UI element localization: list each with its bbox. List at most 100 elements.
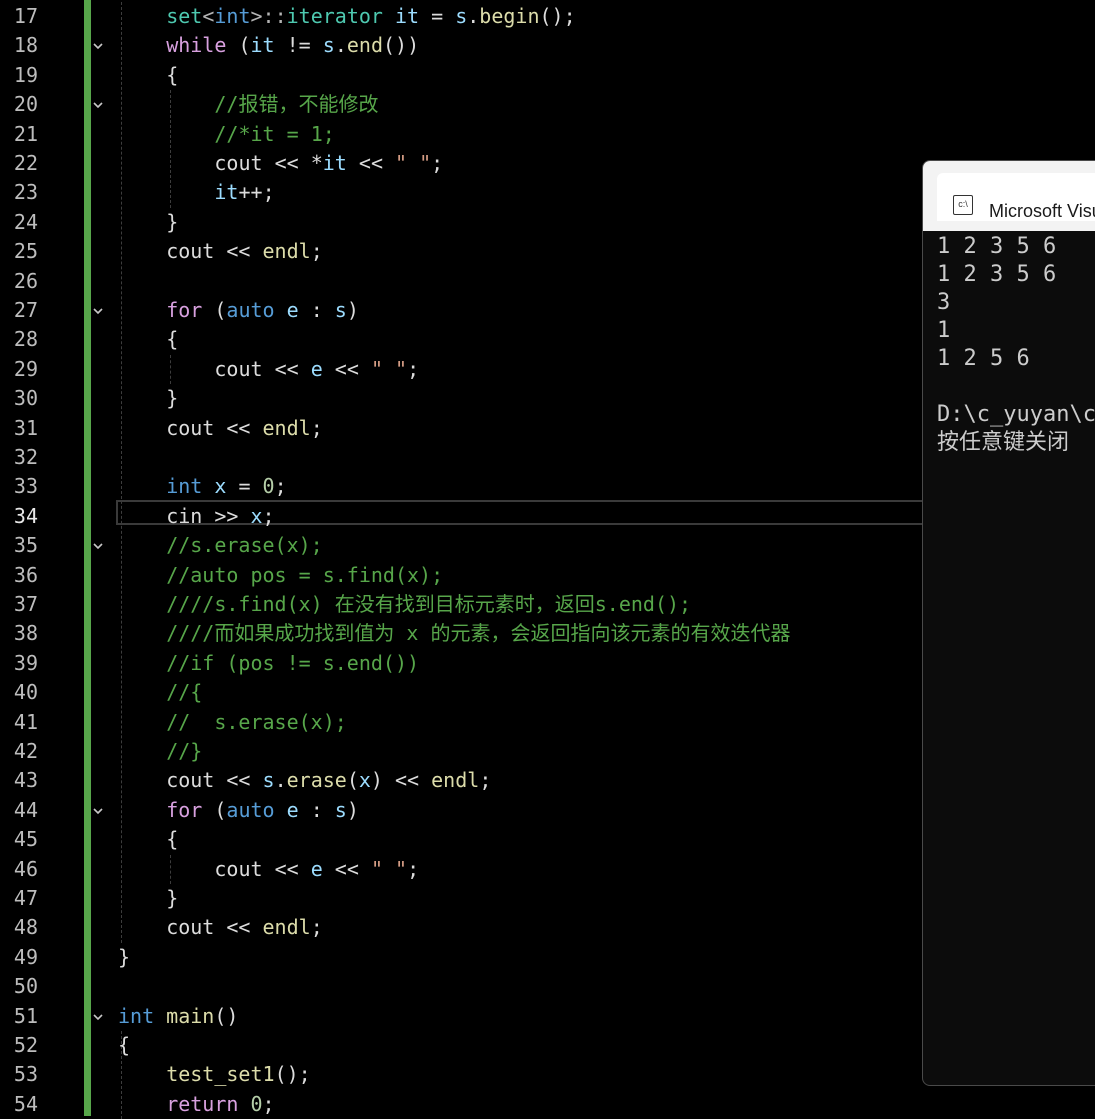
code-token: .	[274, 768, 287, 793]
code-token: ;	[407, 856, 420, 881]
line-number: 48	[13, 915, 38, 940]
code-line[interactable]: {	[118, 1031, 130, 1060]
code-line[interactable]: int x = 0;	[166, 472, 286, 501]
code-token: " "	[370, 356, 408, 381]
console-output: 1 2 3 5 6 1 2 3 5 6 3 1 1 2 5 6 D:\c_yuyan\c 按…	[937, 233, 1095, 457]
code-line[interactable]: cout << e << " ";	[214, 355, 419, 384]
code-token: test_set1	[166, 1062, 275, 1087]
code-line[interactable]: {	[166, 825, 178, 854]
code-line[interactable]: //if (pos != s.end())	[166, 649, 419, 678]
code-token: <<	[322, 856, 371, 881]
code-token: :	[298, 797, 335, 822]
code-token: (	[202, 797, 227, 822]
code-line[interactable]: }	[118, 943, 130, 972]
line-number: 18	[13, 33, 38, 58]
console-titlebar[interactable]: c:\ Microsoft Visual Studio 调试控制台	[923, 161, 1095, 231]
code-line[interactable]: cout << endl;	[166, 414, 323, 443]
debug-console-window[interactable]: c:\ Microsoft Visual Studio 调试控制台 1 2 3 …	[922, 160, 1095, 1086]
code-token: " "	[395, 151, 432, 175]
code-token: cout <<	[166, 415, 263, 440]
code-line[interactable]: cout << s.erase(x) << endl;	[166, 766, 491, 795]
code-token: cout <<	[214, 856, 311, 881]
code-token: ())	[382, 33, 420, 58]
line-number: 41	[13, 709, 38, 734]
code-token: end	[346, 33, 383, 58]
code-token: for	[166, 797, 203, 822]
code-line[interactable]: cout << endl;	[166, 237, 323, 266]
code-line[interactable]: test_set1();	[166, 1060, 311, 1089]
code-line[interactable]: ////s.find(x) 在没有找到目标元素时，返回s.end();	[166, 590, 691, 619]
code-line[interactable]: ////而如果成功找到值为 x 的元素，会返回指向该元素的有效迭代器	[166, 619, 790, 648]
code-token: x	[358, 768, 371, 793]
code-line[interactable]: {	[166, 325, 178, 354]
code-token: " "	[370, 856, 408, 881]
line-number: 44	[13, 797, 38, 822]
line-number: 17	[13, 4, 38, 28]
line-number: 21	[13, 121, 38, 146]
terminal-icon: c:\	[953, 195, 973, 215]
code-line[interactable]: }	[166, 884, 178, 913]
code-line[interactable]: int main()	[118, 1002, 238, 1031]
code-line[interactable]: //}	[166, 737, 202, 766]
chevron-down-icon[interactable]	[93, 306, 103, 316]
code-line[interactable]: //报错，不能修改	[214, 90, 378, 119]
line-number: 43	[13, 768, 38, 793]
code-line[interactable]: while (it != s.end())	[166, 31, 419, 60]
code-line[interactable]: set<int>::iterator it = s.begin();	[166, 2, 575, 31]
code-line[interactable]: for (auto e : s)	[166, 796, 359, 825]
code-token: cout <<	[214, 356, 311, 381]
code-line[interactable]: //{	[166, 678, 202, 707]
code-line[interactable]: cout << e << " ";	[214, 855, 419, 884]
code-token: it	[322, 151, 347, 175]
line-number: 22	[13, 151, 38, 175]
code-token: begin	[479, 4, 540, 28]
code-token: }	[166, 886, 179, 910]
chevron-down-icon[interactable]	[93, 41, 103, 51]
code-token: 0	[250, 1091, 263, 1116]
code-token: int	[166, 474, 203, 499]
code-line[interactable]: }	[166, 208, 178, 237]
code-line[interactable]: for (auto e : s)	[166, 296, 359, 325]
chevron-down-icon[interactable]	[93, 100, 103, 110]
code-line[interactable]: {	[166, 61, 178, 90]
code-token: ();	[274, 1062, 311, 1087]
chevron-down-icon[interactable]	[93, 1012, 103, 1022]
code-token: e	[310, 356, 323, 381]
code-token: //if (pos != s.end())	[166, 650, 420, 675]
code-token: 0	[262, 474, 275, 499]
code-line[interactable]: it++;	[214, 178, 274, 207]
line-number: 23	[13, 180, 38, 205]
chevron-down-icon[interactable]	[93, 541, 103, 551]
code-line[interactable]: return 0;	[166, 1090, 274, 1119]
line-number: 35	[13, 533, 38, 558]
code-line[interactable]: //s.erase(x);	[166, 531, 323, 560]
code-token: ;	[310, 915, 323, 940]
code-line[interactable]: cout << *it << " ";	[214, 149, 443, 178]
line-number: 51	[13, 1003, 38, 1028]
code-token: main	[166, 1003, 215, 1028]
console-line: 3	[937, 290, 951, 315]
code-line[interactable]: cout << endl;	[166, 913, 323, 942]
code-token: }	[166, 209, 179, 234]
code-token: {	[166, 827, 179, 852]
code-token: ;	[310, 239, 323, 264]
code-token: e	[310, 856, 323, 881]
line-number: 26	[13, 268, 38, 293]
chevron-down-icon[interactable]	[93, 806, 103, 816]
code-line[interactable]: }	[166, 384, 178, 413]
console-tab[interactable]: c:\ Microsoft Visual Studio 调试控制台	[937, 173, 1095, 221]
code-line[interactable]: // s.erase(x);	[166, 708, 347, 737]
line-number: 30	[13, 386, 38, 411]
code-line[interactable]: //auto pos = s.find(x);	[166, 561, 443, 590]
code-token: s	[262, 768, 275, 793]
line-number: 50	[13, 974, 38, 999]
line-number: 52	[13, 1033, 38, 1057]
code-line[interactable]: //*it = 1;	[214, 120, 334, 149]
change-indicator-bar	[84, 0, 91, 1116]
code-token: endl	[262, 915, 311, 940]
code-token: it	[214, 180, 239, 205]
code-token: ;	[479, 768, 492, 793]
code-line[interactable]: cin >> x;	[166, 502, 274, 531]
code-token: ;	[274, 474, 287, 499]
